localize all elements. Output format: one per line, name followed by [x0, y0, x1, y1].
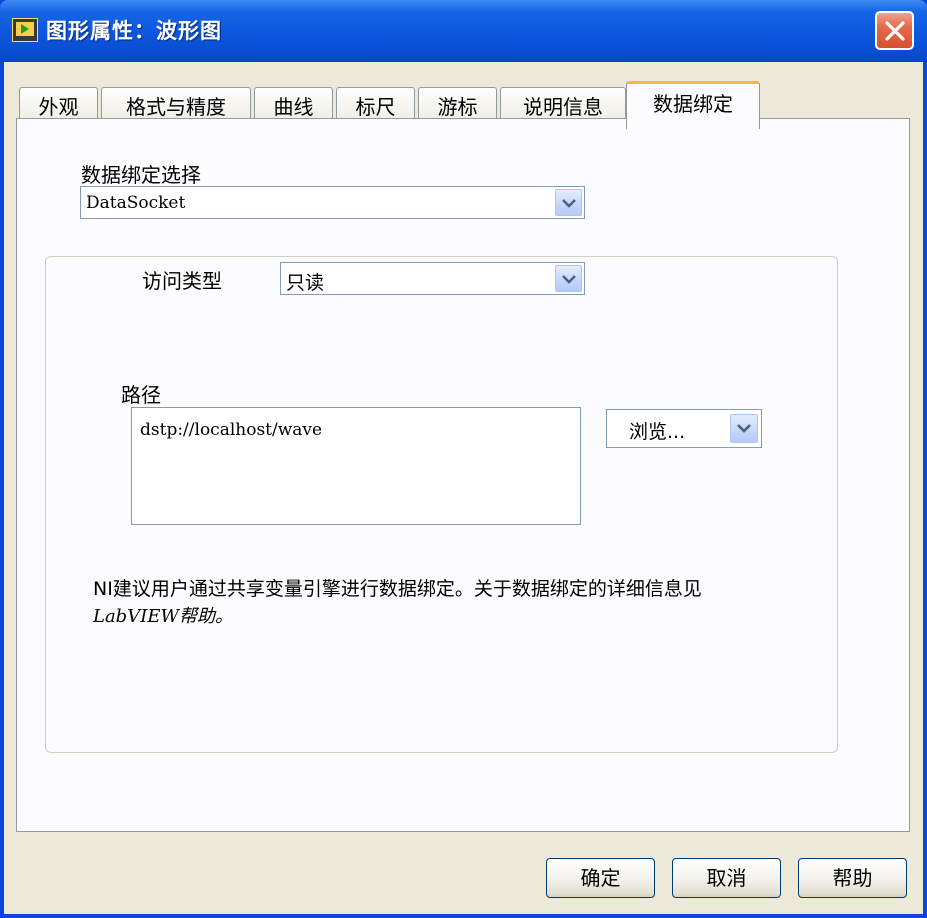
path-value: dstp://localhost/wave	[140, 420, 323, 440]
path-input[interactable]: dstp://localhost/wave	[131, 407, 581, 525]
browse-dropdown-button[interactable]: 浏览...	[606, 409, 762, 448]
dropdown-arrow-button[interactable]	[555, 265, 582, 292]
dropdown-arrow-button[interactable]	[555, 189, 582, 216]
tab-data-binding[interactable]: 数据绑定	[626, 81, 760, 129]
close-button[interactable]	[875, 11, 914, 50]
labview-vi-icon	[12, 18, 38, 42]
dropdown-arrow-button[interactable]	[730, 414, 758, 443]
path-label: 路径	[121, 383, 161, 407]
chevron-down-icon	[737, 424, 751, 433]
dialog-client-area: 外观 格式与精度 曲线 标尺 游标 说明信息 数据绑定 数据绑定选择 DataS…	[4, 62, 923, 914]
help-button[interactable]: 帮助	[798, 858, 907, 898]
close-icon	[885, 21, 905, 41]
binding-selection-label: 数据绑定选择	[81, 163, 201, 187]
chevron-down-icon	[562, 199, 576, 208]
dialog-window: 图形属性：波形图 外观 格式与精度 曲线 标尺 游标 说明信息 数据绑定 数据绑…	[0, 0, 927, 918]
browse-label: 浏览...	[629, 421, 686, 443]
binding-selection-value: DataSocket	[86, 193, 186, 213]
binding-note-text: NI建议用户通过共享变量引擎进行数据绑定。关于数据绑定的详细信息见	[93, 578, 702, 600]
tab-panel-data-binding: 数据绑定选择 DataSocket 访问类型 只读 路径 dstp://loca…	[16, 118, 910, 832]
binding-selection-dropdown[interactable]: DataSocket	[80, 186, 585, 219]
title-bar[interactable]: 图形属性：波形图	[0, 0, 927, 62]
access-type-dropdown[interactable]: 只读	[280, 262, 585, 295]
cancel-button[interactable]: 取消	[672, 858, 781, 898]
window-title: 图形属性：波形图	[46, 19, 222, 43]
labview-help-reference: LabVIEW帮助。	[93, 606, 233, 627]
ok-button[interactable]: 确定	[546, 858, 655, 898]
access-type-label: 访问类型	[142, 269, 222, 293]
access-type-value: 只读	[286, 272, 325, 294]
chevron-down-icon	[562, 275, 576, 284]
